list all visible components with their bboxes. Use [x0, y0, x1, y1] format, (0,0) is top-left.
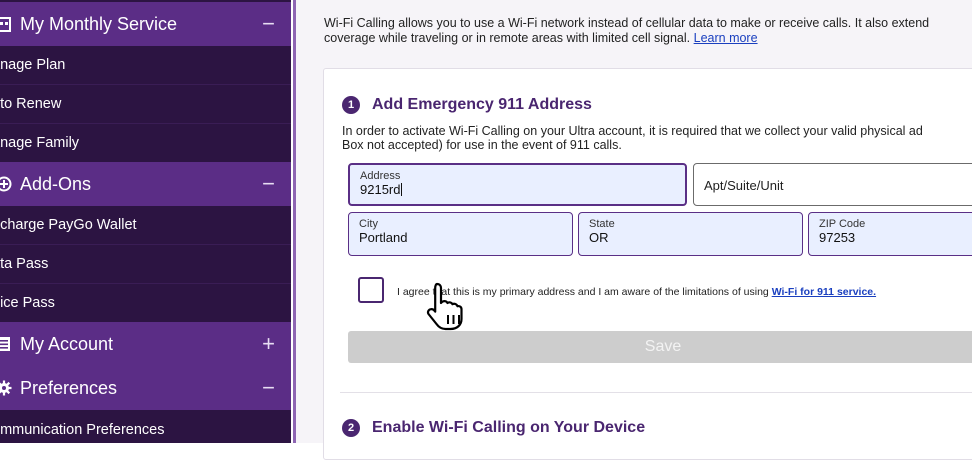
section-my-account[interactable]: My Account + — [0, 322, 291, 366]
agree-checkbox[interactable] — [358, 277, 384, 303]
sidebar-item-label: oice Pass — [0, 295, 55, 311]
hand-pointer-cursor-icon — [424, 281, 472, 336]
sidebar-item-label: ata Pass — [0, 256, 49, 272]
section-add-ons[interactable]: Add-Ons − — [0, 162, 291, 206]
sidebar-item-auto-renew[interactable]: uto Renew — [0, 85, 291, 124]
collapse-icon[interactable]: − — [262, 173, 275, 195]
sidebar-item-label: echarge PayGo Wallet — [0, 217, 137, 233]
sidebar-item-label: anage Family — [0, 135, 80, 151]
learn-more-link[interactable]: Learn more — [694, 31, 758, 45]
sidebar-item-data-pass[interactable]: ata Pass — [0, 245, 291, 284]
sidebar-item-voice-pass[interactable]: oice Pass — [0, 284, 291, 323]
section-label: My Monthly Service — [20, 13, 178, 34]
apt-placeholder: Apt/Suite/Unit — [704, 178, 784, 193]
address-label: Address — [360, 170, 401, 182]
account-card-icon — [0, 336, 12, 352]
collapse-icon[interactable]: − — [262, 377, 275, 399]
apt-suite-unit-field[interactable]: Apt/Suite/Unit — [693, 163, 972, 206]
zip-code-field[interactable]: ZIP Code 97253 — [808, 212, 972, 256]
step-1-header: 1 Add Emergency 911 Address — [342, 96, 592, 114]
collapse-icon[interactable]: − — [262, 13, 275, 35]
sidebar-item-label: ommunication Preferences — [0, 421, 165, 438]
description-line: In order to activate Wi-Fi Calling on yo… — [342, 124, 923, 138]
step-title: Add Emergency 911 Address — [372, 96, 592, 113]
section-label: My Account — [20, 333, 114, 354]
section-divider — [340, 392, 972, 393]
text-caret — [401, 183, 403, 196]
intro-text: Wi-Fi Calling allows you to use a Wi-Fi … — [324, 16, 972, 46]
sidebar-nav: My Monthly Service − anage Plan uto Rene… — [0, 0, 291, 443]
zip-label: ZIP Code — [819, 218, 866, 230]
intro-line: coverage while traveling or in remote ar… — [324, 31, 691, 45]
sidebar-item-manage-family[interactable]: anage Family — [0, 124, 291, 163]
city-field[interactable]: City Portland — [348, 212, 573, 256]
section-label: Add-Ons — [20, 173, 92, 194]
state-label: State — [589, 218, 615, 230]
sidebar-item-label: anage Plan — [0, 57, 66, 73]
section-label: Preferences — [20, 377, 118, 398]
section-preferences[interactable]: Preferences − — [0, 366, 291, 410]
step-title: Enable Wi-Fi Calling on Your Device — [372, 419, 646, 436]
step-number-badge: 2 — [342, 419, 360, 437]
city-label: City — [359, 218, 378, 230]
sidebar-item-manage-plan[interactable]: anage Plan — [0, 46, 291, 85]
circle-plus-icon — [0, 176, 12, 192]
state-value[interactable]: OR — [589, 230, 802, 245]
gear-icon — [0, 380, 12, 396]
city-value[interactable]: Portland — [359, 230, 572, 245]
sidebar-item-recharge-paygo-wallet[interactable]: echarge PayGo Wallet — [0, 206, 291, 245]
zip-value[interactable]: 97253 — [819, 230, 972, 245]
wifi-911-link[interactable]: Wi-Fi for 911 service. — [772, 286, 876, 298]
sidebar-item-label: uto Renew — [0, 96, 62, 112]
address-value[interactable]: 9215rd — [360, 182, 685, 197]
address-field[interactable]: Address 9215rd — [348, 163, 687, 206]
description-line: Box not accepted) for use in the event o… — [342, 138, 622, 152]
sidebar-item-communication-preferences[interactable]: ommunication Preferences — [0, 410, 291, 443]
step-number-badge: 1 — [342, 96, 360, 114]
expand-icon[interactable]: + — [262, 333, 275, 355]
intro-line: Wi-Fi Calling allows you to use a Wi-Fi … — [324, 16, 930, 30]
step-1-description: In order to activate Wi-Fi Calling on yo… — [342, 124, 972, 152]
section-my-monthly-service[interactable]: My Monthly Service − — [0, 2, 291, 46]
step-2-header: 2 Enable Wi-Fi Calling on Your Device — [342, 419, 645, 437]
calendar-icon — [0, 16, 12, 32]
state-field[interactable]: State OR — [578, 212, 803, 256]
